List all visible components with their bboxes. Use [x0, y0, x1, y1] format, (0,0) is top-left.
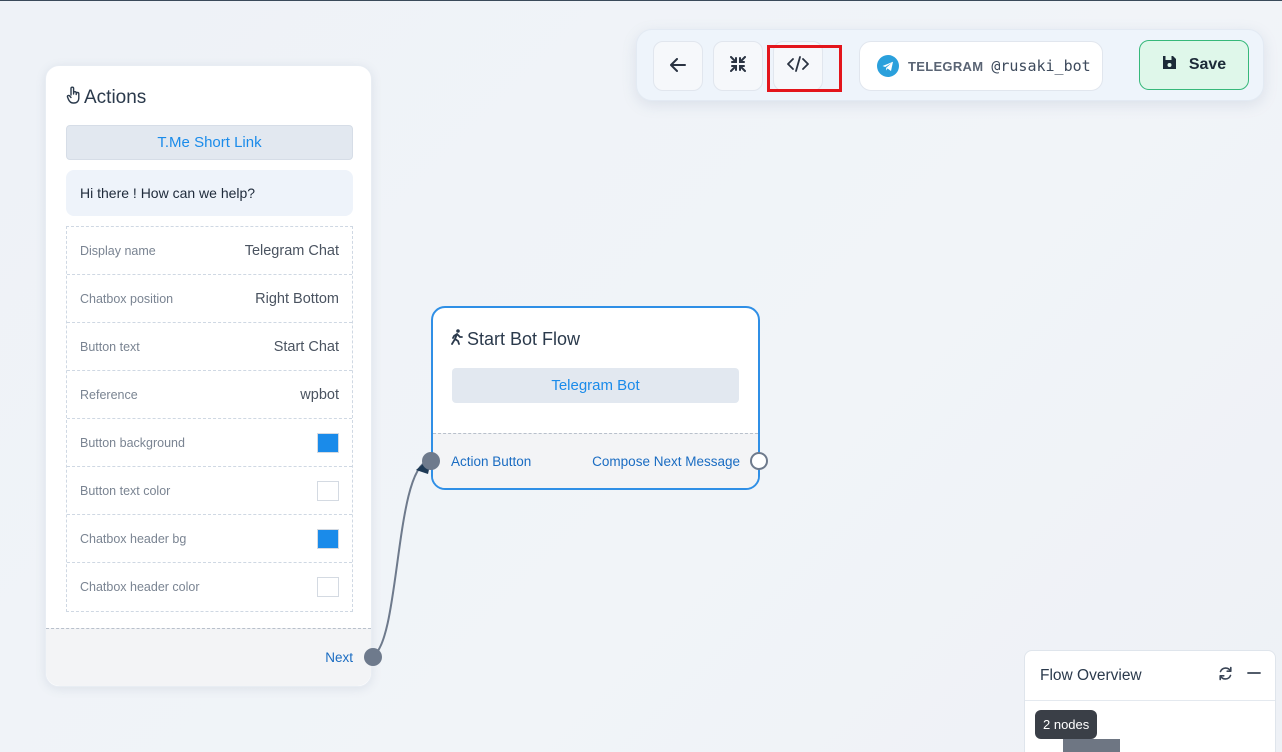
telegram-icon [877, 55, 899, 77]
start-node-footer: Action Button Compose Next Message [433, 433, 758, 488]
collapse-button[interactable] [713, 41, 763, 91]
back-button[interactable] [653, 41, 703, 91]
property-label: Display name [80, 243, 156, 258]
start-bot-flow-node[interactable]: Start Bot Flow Telegram Bot Action Butto… [431, 306, 760, 490]
platform-label: TELEGRAM [908, 58, 984, 74]
next-output-handle[interactable] [364, 648, 382, 666]
property-row[interactable]: Chatbox header bg [67, 515, 352, 563]
property-label: Button text color [80, 483, 171, 498]
property-row[interactable]: Display name Telegram Chat [67, 227, 352, 275]
minimap-node [1063, 739, 1120, 752]
action-button-input-handle[interactable] [422, 452, 440, 470]
start-node-title: Start Bot Flow [450, 329, 580, 350]
property-row[interactable]: Reference wpbot [67, 371, 352, 419]
property-label: Reference [80, 387, 138, 402]
property-row[interactable]: Button text Start Chat [67, 323, 352, 371]
node-count-badge: 2 nodes [1035, 710, 1098, 739]
start-title-text: Start Bot Flow [467, 329, 581, 349]
property-row[interactable]: Chatbox position Right Bottom [67, 275, 352, 323]
bot-selector[interactable]: TELEGRAM @rusaki_bot [859, 41, 1103, 91]
compose-next-output-handle[interactable] [750, 452, 768, 470]
property-value: wpbot [300, 386, 339, 403]
pointer-hand-icon [66, 86, 82, 110]
highlight-annotation [767, 45, 842, 92]
property-value: Start Chat [273, 338, 339, 355]
actions-node[interactable]: Actions T.Me Short Link Hi there ! How c… [45, 65, 372, 687]
property-label: Button background [80, 435, 185, 450]
compose-next-output-label: Compose Next Message [592, 454, 740, 469]
color-swatch[interactable] [317, 480, 339, 501]
compress-icon [730, 55, 746, 77]
property-row[interactable]: Chatbox header color [67, 563, 352, 611]
telegram-bot-pill[interactable]: Telegram Bot [452, 368, 739, 403]
flow-overview-panel: Flow Overview 2 nodes [1024, 650, 1276, 752]
property-label: Chatbox position [80, 291, 174, 306]
short-link-pill[interactable]: T.Me Short Link [66, 125, 353, 160]
properties-list: Display name Telegram Chat Chatbox posit… [66, 226, 353, 612]
property-row[interactable]: Button text color [67, 467, 352, 515]
bot-handle: @rusaki_bot [991, 57, 1091, 75]
overview-header: Flow Overview [1025, 651, 1275, 701]
save-label: Save [1188, 56, 1227, 73]
refresh-icon[interactable] [1218, 666, 1233, 686]
flow-toolbar: TELEGRAM @rusaki_bot Save [636, 29, 1264, 101]
property-label: Chatbox header color [80, 580, 200, 594]
property-row[interactable]: Button background [67, 419, 352, 467]
color-swatch[interactable] [317, 577, 339, 597]
minimize-icon[interactable] [1247, 666, 1261, 685]
action-button-input-label: Action Button [451, 454, 532, 469]
actions-node-footer: Next [46, 628, 371, 686]
property-value: Right Bottom [255, 290, 339, 307]
floppy-disk-icon [1162, 55, 1177, 75]
actions-node-title: Actions [66, 86, 146, 110]
actions-title-text: Actions [84, 87, 147, 108]
window-top-border [0, 0, 1282, 1]
walking-person-icon [450, 329, 464, 350]
color-swatch[interactable] [317, 528, 339, 549]
next-output-label: Next [325, 650, 353, 665]
overview-title: Flow Overview [1040, 666, 1142, 684]
greeting-message[interactable]: Hi there ! How can we help? [66, 170, 353, 216]
color-swatch[interactable] [317, 432, 339, 453]
save-button[interactable]: Save [1139, 40, 1249, 90]
arrow-left-icon [670, 56, 686, 77]
property-label: Chatbox header bg [80, 531, 187, 546]
overview-controls [1218, 666, 1261, 686]
property-label: Button text [80, 339, 140, 354]
property-value: Telegram Chat [244, 242, 339, 259]
